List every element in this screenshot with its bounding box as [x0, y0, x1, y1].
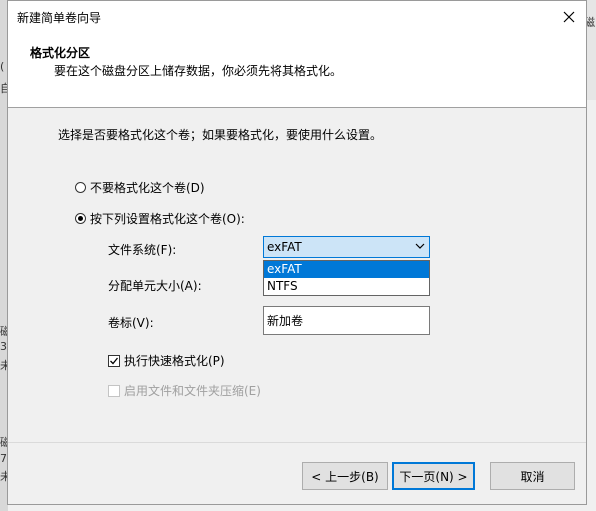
- quick-format-checkbox[interactable]: 执行快速格式化(P): [108, 352, 225, 369]
- cancel-button[interactable]: 取消: [490, 462, 575, 490]
- radio-no-format-label: 不要格式化这个卷(D): [90, 181, 205, 195]
- back-button[interactable]: < 上一步(B): [302, 462, 388, 490]
- radio-no-format[interactable]: 不要格式化这个卷(D): [75, 179, 205, 196]
- title-bar[interactable]: 新建简单卷向导: [8, 1, 586, 32]
- dropdown-option-exfat[interactable]: exFAT: [264, 261, 429, 278]
- radio-format[interactable]: 按下列设置格式化这个卷(O):: [75, 210, 245, 227]
- page-title: 格式化分区: [30, 46, 91, 60]
- intro-text: 选择是否要格式化这个卷；如果要格式化，要使用什么设置。: [58, 128, 383, 142]
- filesystem-dropdown: exFAT NTFS: [263, 260, 430, 296]
- radio-format-label: 按下列设置格式化这个卷(O):: [90, 212, 245, 226]
- filesystem-value: exFAT: [267, 240, 302, 254]
- dropdown-option-ntfs[interactable]: NTFS: [264, 278, 429, 295]
- close-button[interactable]: [552, 1, 586, 32]
- filesystem-label: 文件系统(F):: [108, 243, 177, 257]
- window-title: 新建简单卷向导: [17, 11, 102, 25]
- wizard-header: 格式化分区 要在这个磁盘分区上储存数据，你必须先将其格式化。: [8, 32, 586, 108]
- background-fragment: (: [0, 60, 5, 73]
- chevron-down-icon: [415, 243, 425, 249]
- compression-checkbox: 启用文件和文件夹压缩(E): [108, 382, 261, 399]
- background-fragment: 7: [0, 452, 7, 465]
- radio-button[interactable]: [75, 213, 86, 224]
- volume-label-value: 新加卷: [267, 314, 304, 328]
- cancel-button-label: 取消: [520, 469, 545, 484]
- checkbox-box: [108, 384, 120, 397]
- wizard-dialog: 新建简单卷向导 格式化分区 要在这个磁盘分区上储存数据，你必须先将其格式化。 选…: [7, 0, 587, 505]
- quick-format-label: 执行快速格式化(P): [124, 354, 225, 368]
- background-fragment: 3: [0, 340, 7, 353]
- checkbox-box[interactable]: [108, 354, 120, 367]
- volume-label-input[interactable]: 新加卷: [263, 306, 430, 335]
- close-icon: [563, 11, 575, 22]
- compression-label: 启用文件和文件夹压缩(E): [124, 384, 261, 398]
- back-button-label: < 上一步(B): [311, 469, 379, 484]
- volume-label-label: 卷标(V):: [108, 316, 154, 330]
- filesystem-select[interactable]: exFAT: [263, 236, 430, 258]
- next-button-label: 下一页(N) >: [399, 469, 468, 484]
- next-button[interactable]: 下一页(N) >: [392, 462, 475, 490]
- check-icon: [110, 357, 119, 364]
- footer-divider: [8, 442, 586, 443]
- radio-button[interactable]: [75, 182, 86, 193]
- alloc-unit-label: 分配单元大小(A):: [108, 279, 202, 293]
- page-subtitle: 要在这个磁盘分区上储存数据，你必须先将其格式化。: [54, 64, 343, 78]
